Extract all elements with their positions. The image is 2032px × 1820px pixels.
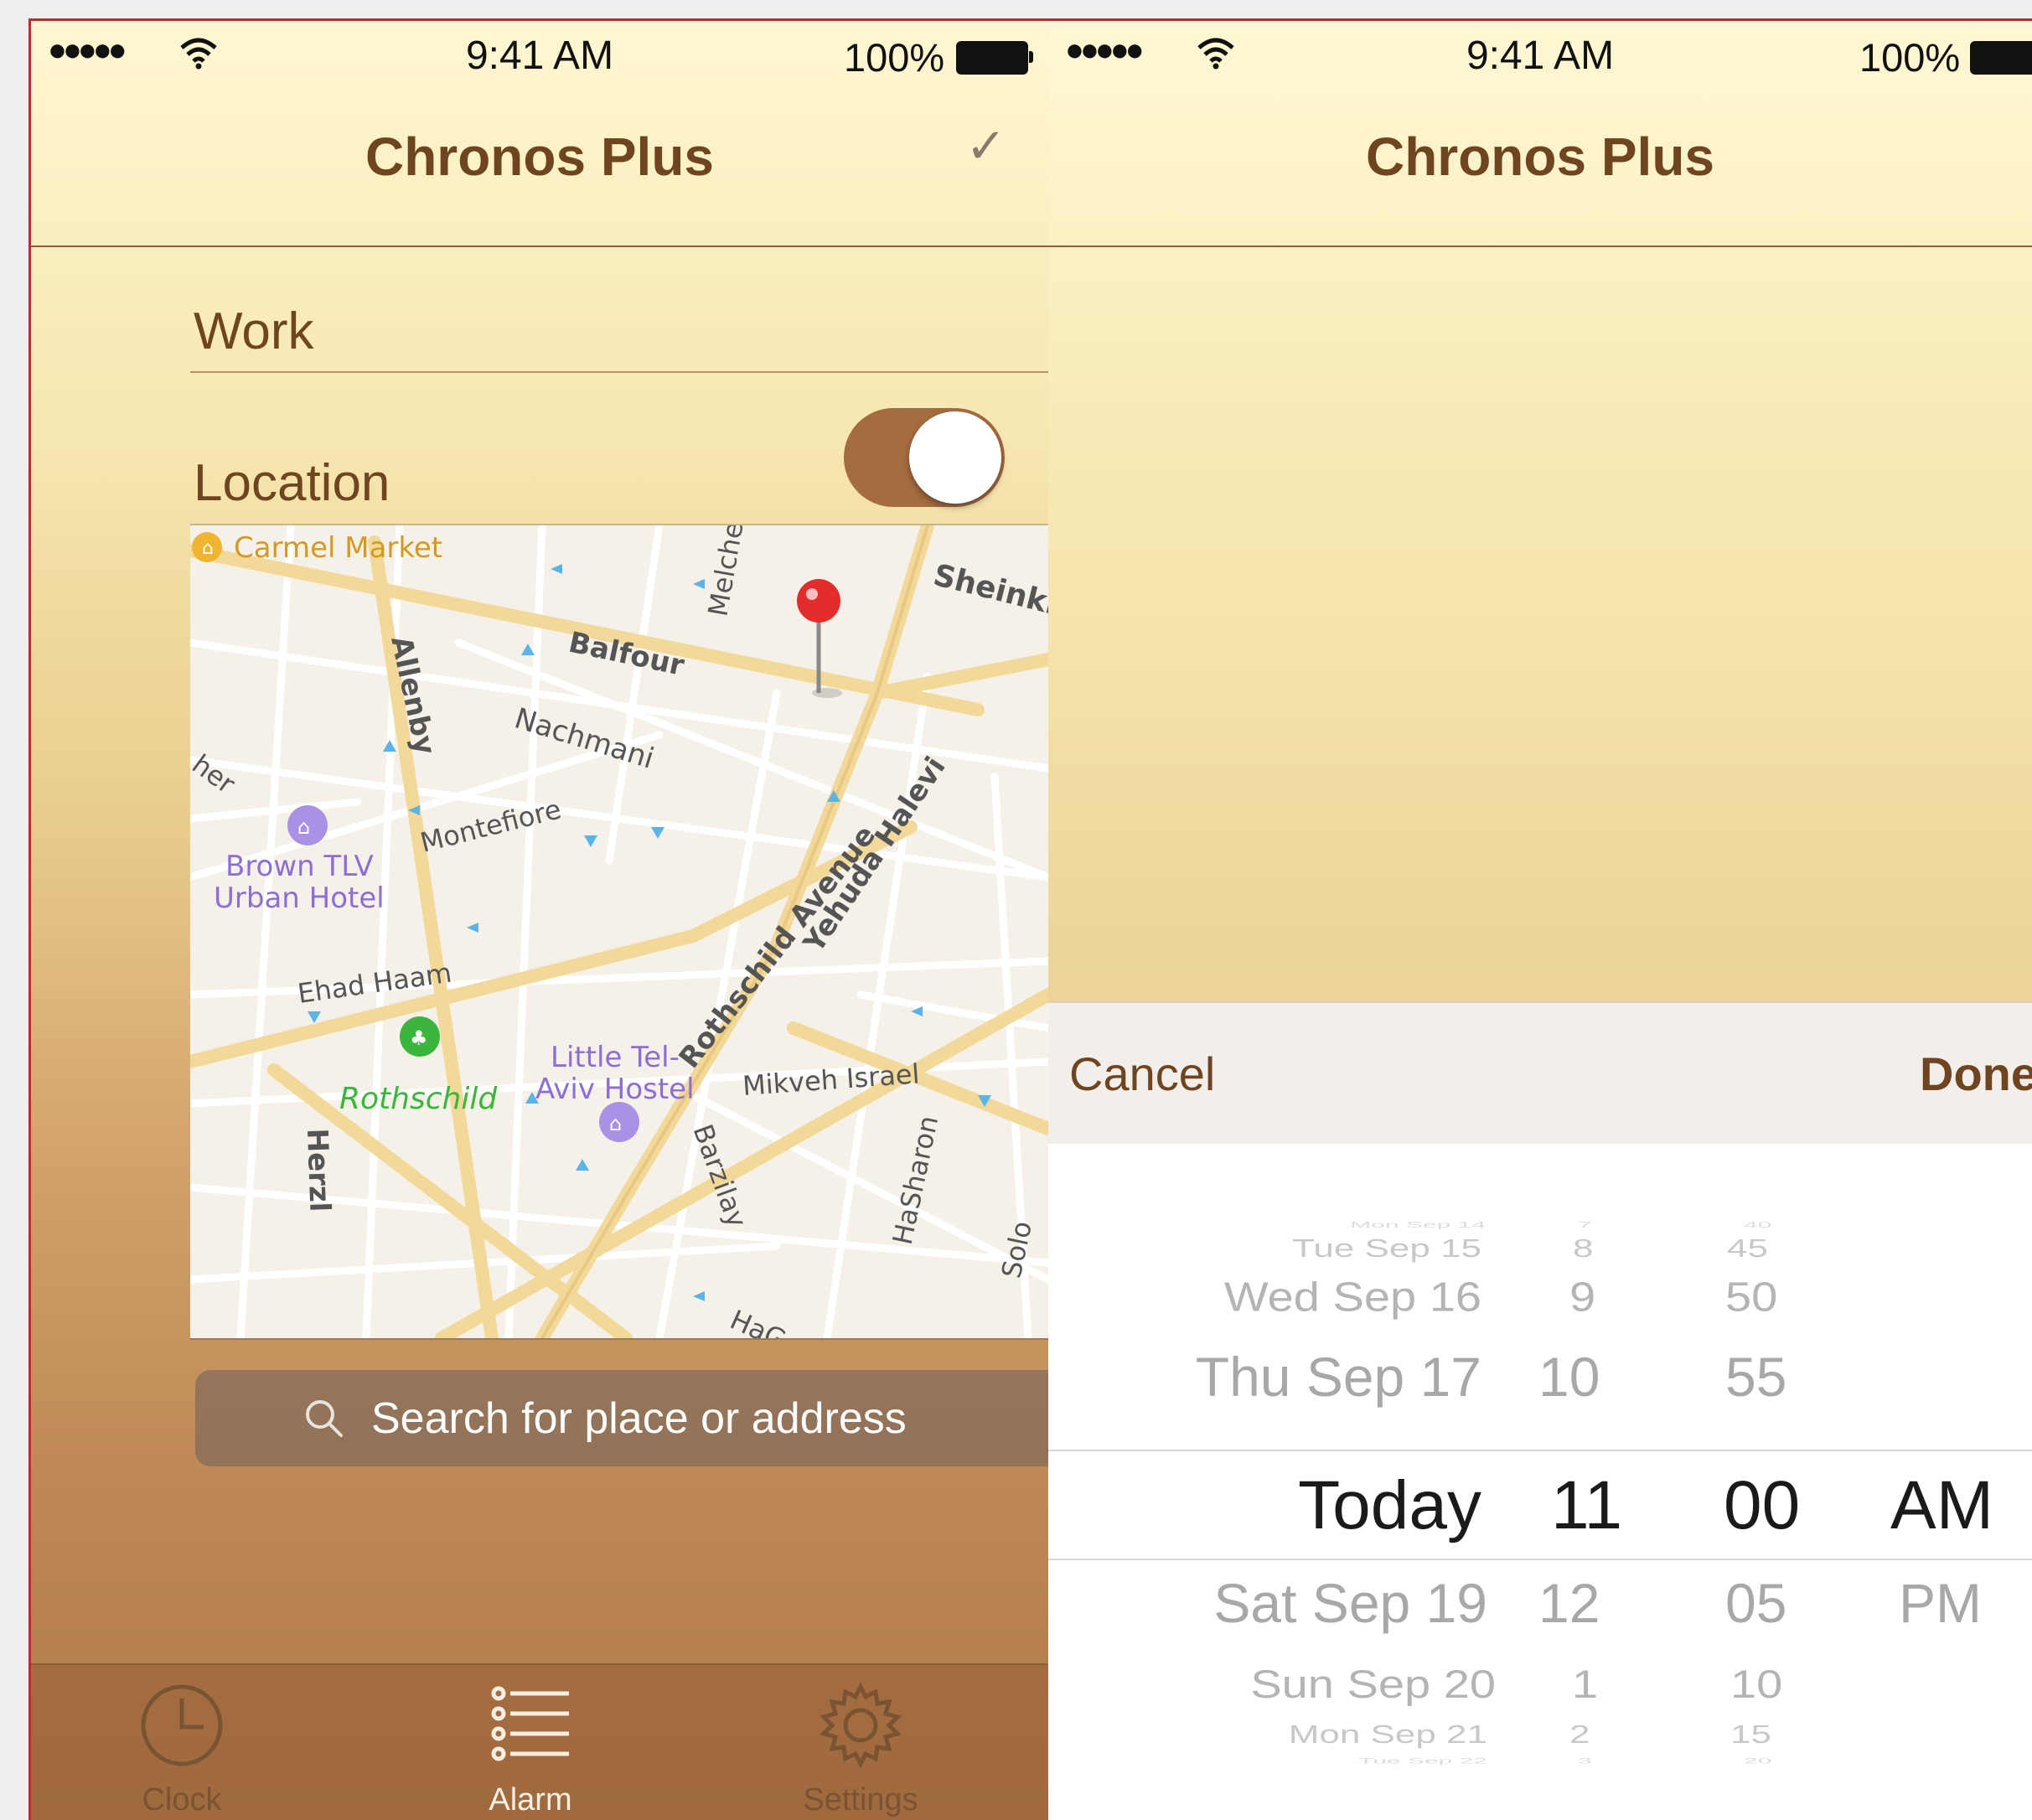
picker-date[interactable]: Sat Sep 19 — [1213, 1571, 1487, 1635]
done-button[interactable]: Done — [1920, 1047, 2032, 1101]
date-picker-screen: ●●●●● 9:41 AM 100% Chronos Plus Cancel D… — [1048, 18, 2032, 1820]
picker-ampm-selected[interactable]: AM — [1890, 1466, 1993, 1545]
status-bar: ●●●●● 9:41 AM 100% — [1048, 21, 2032, 88]
map-poi-little-tel: Little Tel- — [551, 1041, 680, 1074]
map-label-rothschild-avenue: Rothschild Avenue — [673, 819, 883, 1074]
svg-text:⌂: ⌂ — [202, 538, 214, 559]
map-poi-urban-hotel: Urban Hotel — [214, 882, 385, 915]
date-time-picker[interactable]: Mon Sep 14 Tue Sep 15 Wed Sep 16 Thu Sep… — [1048, 1144, 2032, 1820]
picker-selection-bottom — [1048, 1559, 2032, 1560]
toggle-knob — [909, 411, 1001, 504]
picker-toolbar: Cancel Done — [1048, 1001, 2032, 1145]
battery-percent: 100% — [1859, 35, 1961, 80]
map-label-hag: HaG — [726, 1304, 791, 1338]
svg-text:⌂: ⌂ — [297, 815, 310, 839]
picker-minute[interactable]: 05 — [1725, 1571, 1786, 1635]
tab-bar: Clock Alarm Settings — [31, 1663, 1048, 1820]
picker-hour[interactable]: 10 — [1538, 1345, 1600, 1409]
picker-date[interactable]: Mon Sep 21 — [1289, 1720, 1487, 1750]
map-label-hasharon: HaSharon — [887, 1113, 945, 1248]
location-label: Location — [194, 454, 390, 512]
map-label-mikveh-israel: Mikveh Israel — [742, 1057, 921, 1102]
checkmark-icon[interactable]: ✓ — [965, 117, 1006, 174]
map-poi-rothschild: Rothschild — [339, 1082, 498, 1116]
clock-icon — [141, 1684, 223, 1766]
nav-title: Chronos Plus — [365, 127, 715, 187]
picker-minute[interactable]: 50 — [1725, 1273, 1777, 1321]
map-label-yehuda-halevi: Yehuda Halevi — [797, 751, 953, 959]
picker-minute[interactable]: 10 — [1730, 1661, 1782, 1707]
search-icon — [306, 1400, 343, 1437]
nav-bar: Chronos Plus ✓ — [31, 88, 1048, 247]
nav-title: Chronos Plus — [1365, 127, 1715, 187]
picker-date[interactable]: Tue Sep 15 — [1292, 1234, 1481, 1264]
picker-date[interactable]: Thu Sep 17 — [1196, 1345, 1481, 1409]
alarm-name-field[interactable]: Work — [194, 302, 314, 361]
picker-hour[interactable]: 8 — [1573, 1234, 1593, 1264]
location-search-field[interactable]: Search for place or address — [195, 1370, 1048, 1466]
picker-hour[interactable]: 9 — [1569, 1273, 1595, 1321]
picker-hour[interactable]: 1 — [1572, 1661, 1598, 1707]
picker-minute-selected[interactable]: 00 — [1724, 1466, 1800, 1545]
field-divider — [190, 371, 1048, 373]
map-canvas: ⌂ Carmel Market Balfour Melchet Sheinkin… — [190, 525, 1048, 1338]
map-poi-brown-tlv: Brown TLV — [225, 850, 374, 883]
cancel-button[interactable]: Cancel — [1069, 1047, 1215, 1101]
map-poi-aviv-hostel: Aviv Hostel — [535, 1073, 695, 1106]
map-label-herzl: Herzl — [300, 1128, 336, 1212]
tab-clock-label: Clock — [142, 1782, 222, 1817]
map-label-sheinkin: Sheinkin — [930, 558, 1048, 627]
picker-date[interactable]: Tue Sep 22 — [1358, 1757, 1487, 1766]
picker-date[interactable]: Sun Sep 20 — [1250, 1661, 1496, 1707]
tab-clock[interactable]: Clock — [56, 1682, 308, 1817]
location-toggle[interactable] — [844, 408, 1005, 507]
battery-icon — [956, 41, 1033, 75]
picker-hour[interactable]: 12 — [1538, 1571, 1600, 1635]
picker-selection-top — [1048, 1450, 2032, 1451]
map-label-carmel-market: Carmel Market — [234, 531, 442, 565]
picker-minute[interactable]: 15 — [1730, 1720, 1771, 1750]
tab-alarm-label: Alarm — [489, 1782, 572, 1817]
picker-date[interactable]: Wed Sep 16 — [1224, 1273, 1481, 1321]
picker-hour-selected[interactable]: 11 — [1551, 1466, 1622, 1545]
location-map[interactable]: ⌂ Carmel Market Balfour Melchet Sheinkin… — [190, 524, 1048, 1340]
map-label-melchet: Melchet — [701, 525, 751, 618]
search-placeholder: Search for place or address — [371, 1394, 907, 1443]
map-label-barzilay: Barzilay — [686, 1120, 752, 1232]
picker-minute[interactable]: 55 — [1725, 1345, 1786, 1409]
picker-minute[interactable]: 40 — [1744, 1220, 1771, 1230]
picker-hour[interactable]: 3 — [1578, 1757, 1592, 1766]
battery-icon — [1970, 41, 2032, 75]
alarm-edit-screen: ●●●●● 9:41 AM 100% Chronos Plus ✓ Work L… — [28, 18, 1051, 1820]
picker-ampm[interactable]: PM — [1899, 1571, 1982, 1635]
gear-icon — [820, 1682, 902, 1769]
picker-hour[interactable]: 7 — [1578, 1220, 1592, 1230]
picker-minute[interactable]: 45 — [1727, 1234, 1768, 1264]
map-label-her: her — [190, 748, 241, 800]
picker-hour[interactable]: 2 — [1569, 1720, 1590, 1750]
svg-text:⌂: ⌂ — [609, 1112, 622, 1135]
picker-date[interactable]: Mon Sep 14 — [1350, 1220, 1486, 1230]
status-bar: ●●●●● 9:41 AM 100% — [31, 21, 1048, 88]
picker-date-selected[interactable]: Today — [1298, 1466, 1481, 1545]
battery-percent: 100% — [844, 35, 945, 80]
svg-text:♣: ♣ — [410, 1026, 428, 1050]
list-icon — [491, 1686, 569, 1761]
tab-settings-label: Settings — [803, 1782, 918, 1817]
tab-alarm[interactable]: Alarm — [405, 1682, 656, 1817]
nav-bar: Chronos Plus — [1048, 88, 2032, 247]
picker-minute[interactable]: 20 — [1744, 1757, 1771, 1766]
tab-settings[interactable]: Settings — [735, 1682, 986, 1817]
